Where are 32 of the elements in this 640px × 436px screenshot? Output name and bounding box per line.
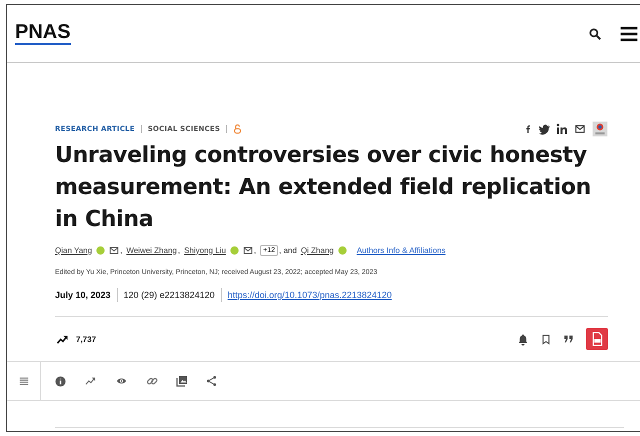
doi-link[interactable]: https://doi.org/10.1073/pnas.2213824120	[228, 290, 392, 300]
list-icon[interactable]	[18, 376, 30, 386]
eye-icon[interactable]	[115, 376, 128, 386]
affiliations-link[interactable]: Authors Info & Affiliations	[356, 246, 446, 254]
twitter-icon[interactable]	[538, 124, 550, 134]
author-link[interactable]: Shiyong Liu	[184, 246, 226, 254]
article-title: Unraveling controversies over civic honesty measurement: An extended field replication in China	[55, 142, 592, 234]
bookmark-icon[interactable]	[541, 332, 551, 346]
author-link[interactable]: Qi Zhang	[300, 246, 334, 254]
mail-icon[interactable]	[109, 246, 120, 254]
byline-text: ,	[120, 246, 122, 254]
pdf-icon[interactable]	[586, 328, 608, 350]
share-icon[interactable]	[206, 375, 217, 387]
pnas-logo[interactable]: PNAS	[15, 22, 71, 45]
quote-icon[interactable]	[563, 334, 574, 344]
publication-date: July 10, 2023	[55, 290, 111, 300]
linkedin-icon[interactable]	[556, 123, 568, 135]
mail-icon[interactable]	[574, 124, 586, 134]
author-link[interactable]: Qian Yang	[55, 246, 92, 254]
info-icon[interactable]	[55, 376, 66, 386]
author-link[interactable]: Weiwei Zhang	[126, 246, 177, 254]
byline-text: ,	[178, 246, 180, 254]
byline-text: , and	[279, 246, 297, 254]
search-icon[interactable]	[588, 26, 602, 40]
citation-text: 120 (29) e2213824120	[124, 290, 215, 300]
views-count: 7,737	[76, 334, 96, 344]
trend-icon[interactable]	[55, 334, 70, 344]
bell-icon[interactable]	[517, 332, 529, 346]
facebook-icon[interactable]	[524, 123, 532, 135]
mail-icon[interactable]	[242, 246, 253, 254]
gallery-icon[interactable]	[176, 375, 188, 387]
byline-text: ,	[254, 246, 256, 254]
